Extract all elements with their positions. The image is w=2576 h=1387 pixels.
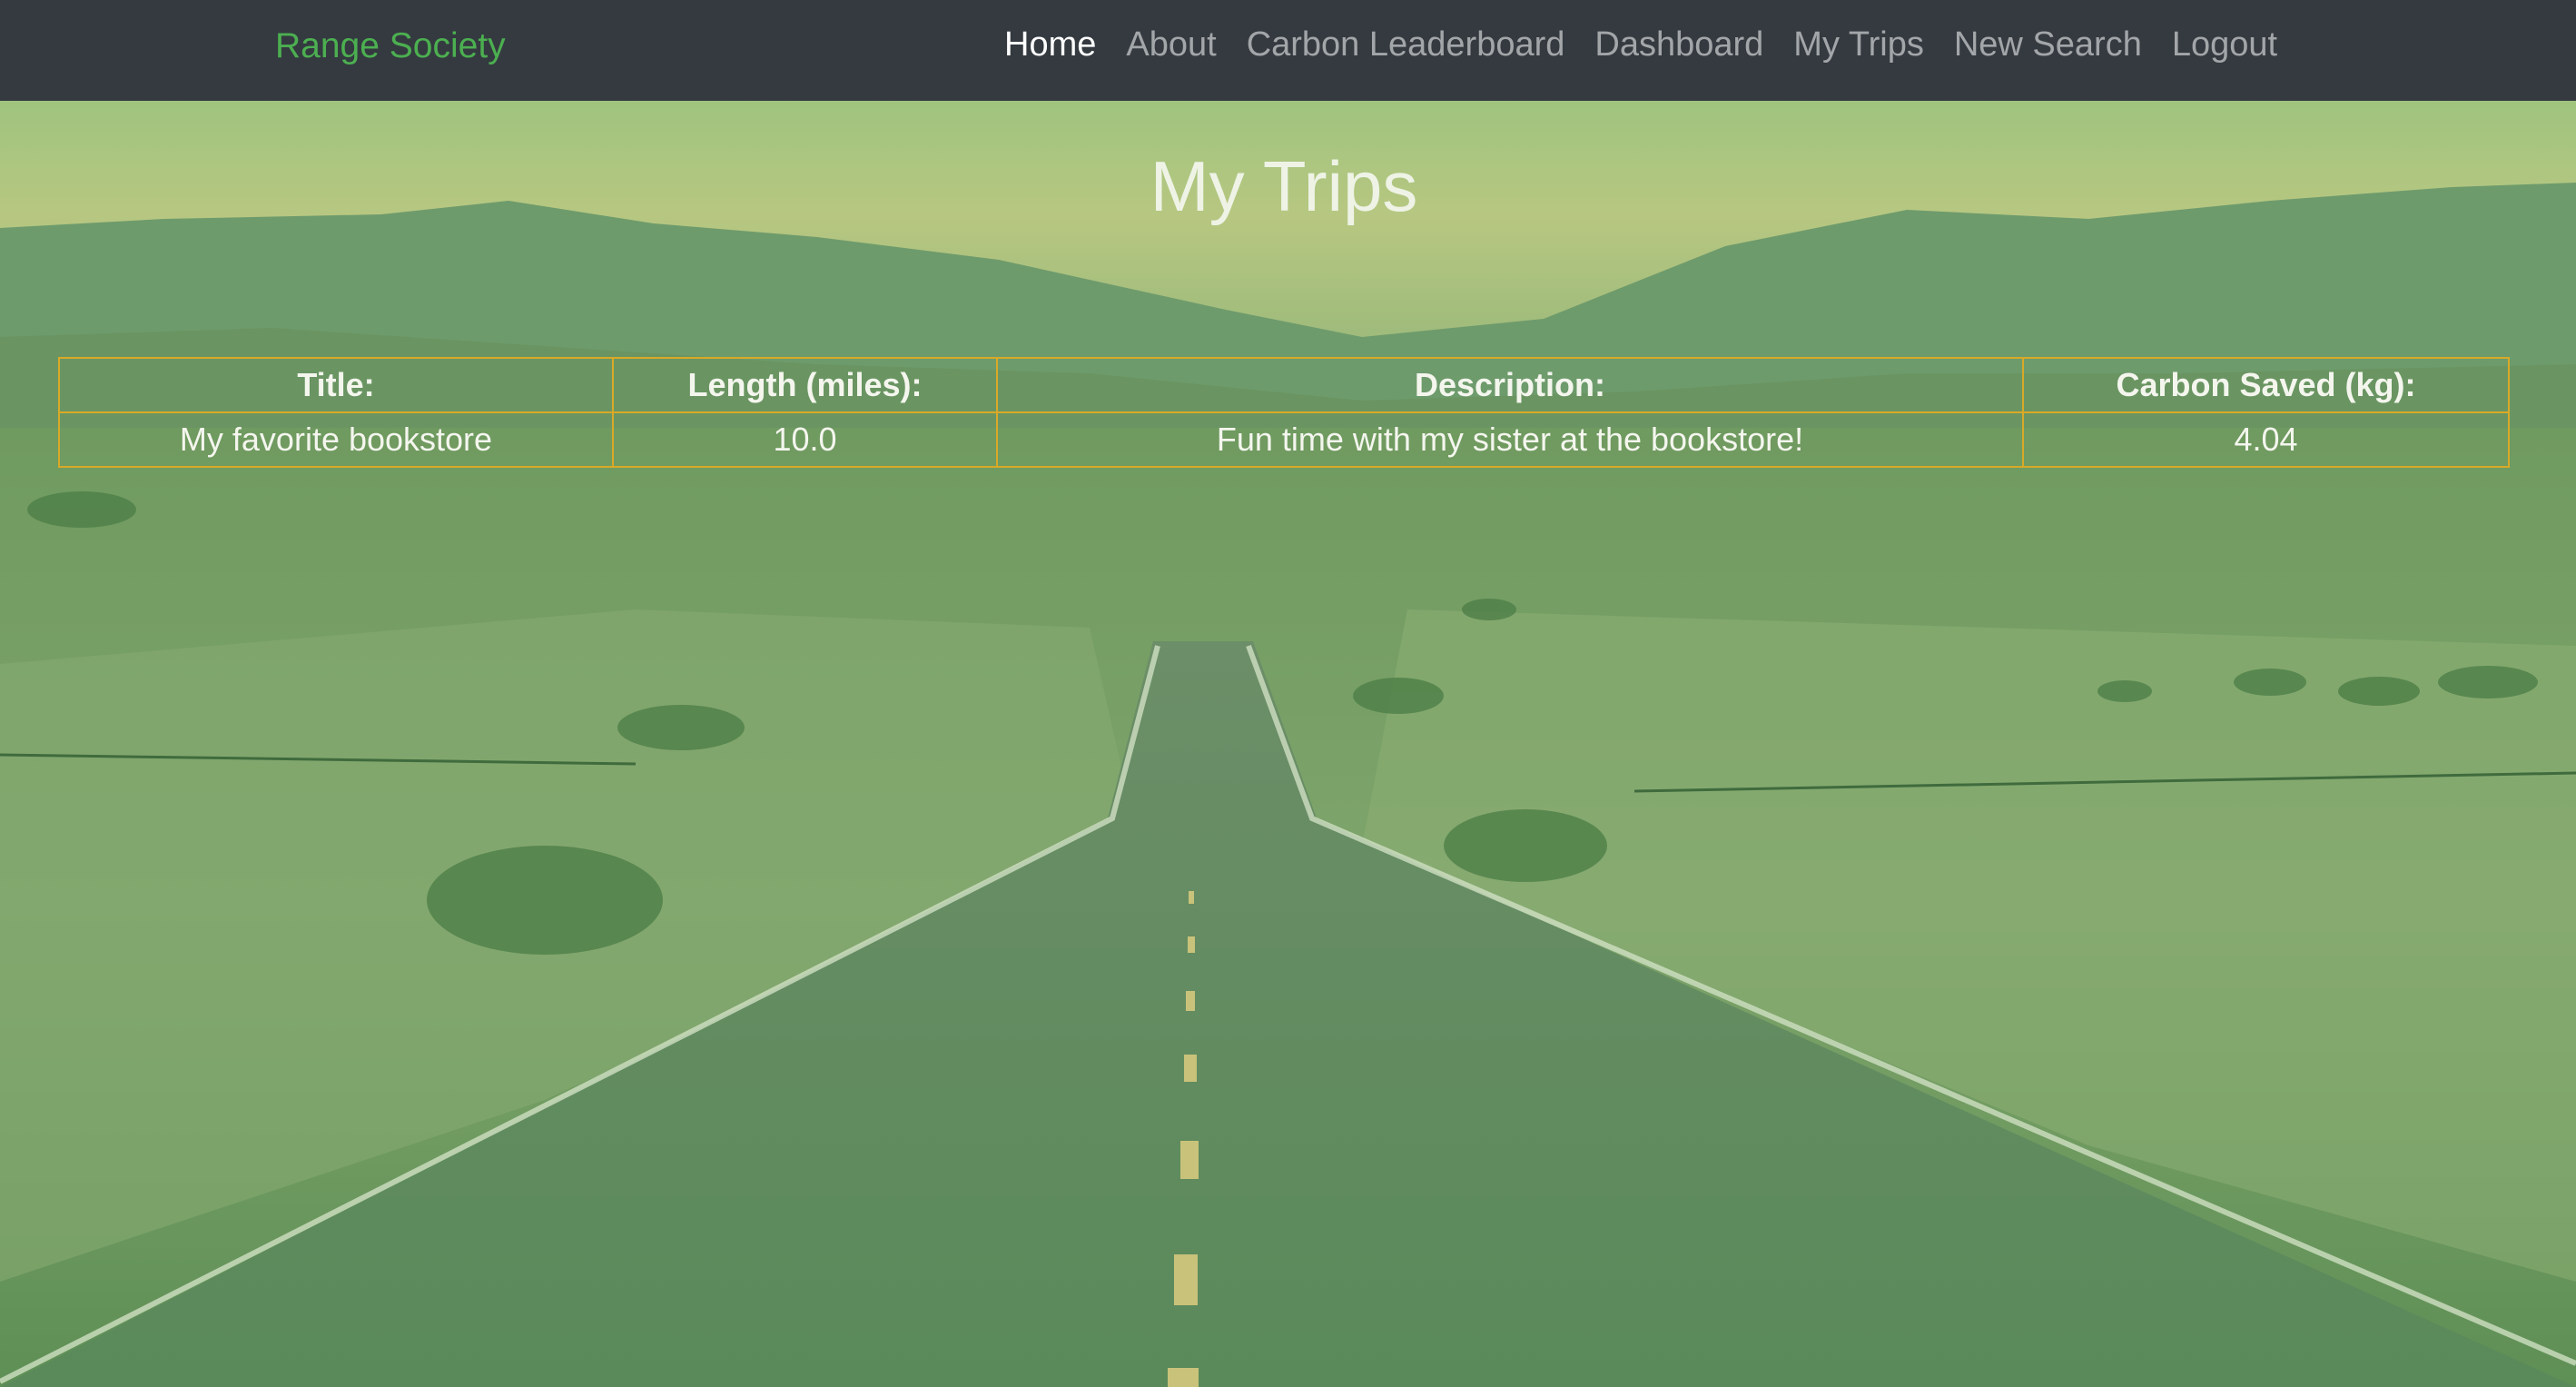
trips-table: Title: Length (miles): Description: Carb… [58,357,2510,468]
cell-title: My favorite bookstore [58,411,614,468]
brand-logo-link[interactable]: Range Society [275,25,506,68]
column-header-title: Title: [58,357,614,413]
cell-description: Fun time with my sister at the bookstore… [996,411,2024,468]
nav-link-home[interactable]: Home [1004,23,1096,66]
nav-link-new-search[interactable]: New Search [1954,23,2142,66]
nav-link-carbon-leaderboard[interactable]: Carbon Leaderboard [1247,23,1565,66]
nav-link-my-trips[interactable]: My Trips [1793,23,1924,66]
page-title: My Trips [1150,146,1418,226]
nav-link-dashboard[interactable]: Dashboard [1594,23,1763,66]
nav-links: Home About Carbon Leaderboard Dashboard … [1004,23,2307,66]
cell-carbon-saved: 4.04 [2022,411,2510,468]
column-header-description: Description: [996,357,2024,413]
nav-link-about[interactable]: About [1126,23,1216,66]
column-header-length: Length (miles): [612,357,998,413]
column-header-carbon-saved: Carbon Saved (kg): [2022,357,2510,413]
nav-link-logout[interactable]: Logout [2172,23,2277,66]
cell-length: 10.0 [612,411,998,468]
background-landscape-image [0,101,2576,1387]
table-row: My favorite bookstore 10.0 Fun time with… [58,411,2510,468]
table-header-row: Title: Length (miles): Description: Carb… [58,357,2510,413]
navbar: Range Society Home About Carbon Leaderbo… [0,0,2576,101]
